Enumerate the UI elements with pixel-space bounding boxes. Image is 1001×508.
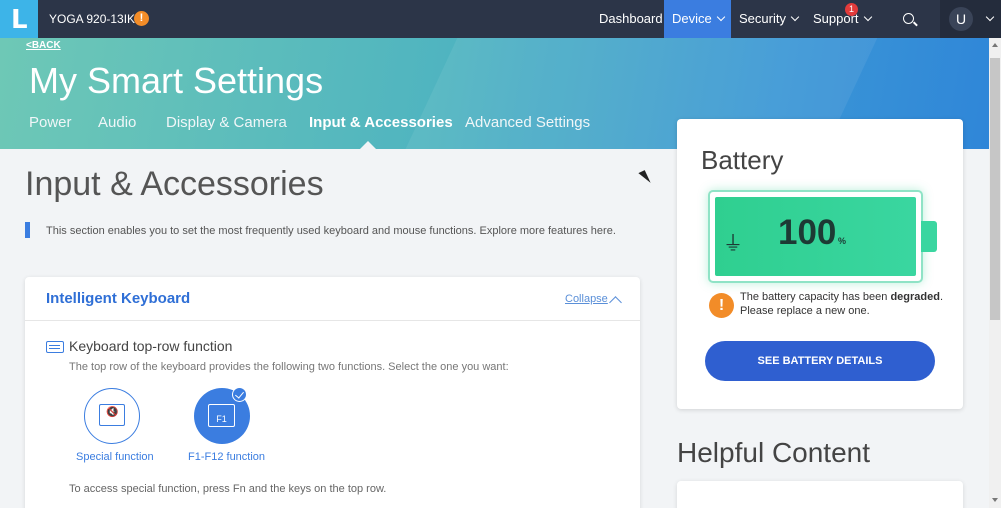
mute-key-icon: [99, 404, 125, 426]
device-model: YOGA 920-13IKB: [49, 12, 144, 26]
logo-letter: L: [11, 5, 28, 35]
chevron-down-icon: [863, 12, 872, 22]
warning-prefix: The battery capacity has been: [740, 291, 891, 303]
helpful-content-card[interactable]: [677, 481, 963, 508]
feature-description: The top row of the keyboard provides the…: [69, 361, 509, 373]
support-notification-badge: 1: [845, 3, 858, 16]
special-function-option[interactable]: [84, 388, 140, 444]
nav-dashboard[interactable]: Dashboard: [599, 0, 663, 38]
f1-f12-function-label[interactable]: F1-F12 function: [188, 451, 265, 463]
top-nav: L YOGA 920-13IKB ! Dashboard Device Secu…: [0, 0, 1001, 38]
scroll-up-arrow-icon[interactable]: [992, 43, 998, 47]
section-title: Input & Accessories: [25, 165, 324, 203]
chevron-up-icon[interactable]: [609, 296, 622, 309]
feature-title: Keyboard top-row function: [69, 338, 233, 354]
special-function-label[interactable]: Special function: [76, 451, 154, 463]
active-tab-indicator: [360, 141, 376, 149]
chevron-down-icon: [985, 12, 995, 22]
warning-icon: !: [709, 293, 734, 318]
scroll-down-arrow-icon[interactable]: [992, 498, 998, 502]
back-link[interactable]: <BACK: [26, 40, 61, 51]
card-divider: [25, 320, 640, 321]
nav-security-label: Security: [739, 11, 786, 26]
device-warning-icon[interactable]: !: [134, 11, 149, 26]
intelligent-keyboard-card: Intelligent Keyboard Collapse Keyboard t…: [25, 277, 640, 508]
see-battery-details-button[interactable]: SEE BATTERY DETAILS: [705, 341, 935, 381]
keyboard-icon: [46, 341, 64, 353]
search-icon[interactable]: [903, 13, 914, 24]
collapse-link[interactable]: Collapse: [565, 293, 608, 305]
avatar[interactable]: U: [949, 7, 973, 31]
battery-title: Battery: [701, 145, 784, 175]
f1-key-icon: F1: [208, 404, 235, 427]
nav-dashboard-label: Dashboard: [599, 11, 663, 26]
nav-device[interactable]: Device: [664, 0, 731, 38]
tab-advanced-settings[interactable]: Advanced Settings: [465, 114, 590, 131]
tab-power[interactable]: Power: [29, 114, 72, 131]
plug-icon: ⏚: [723, 233, 743, 255]
selected-check-icon: [232, 387, 247, 402]
battery-card: Battery ⏚ 100 % ! The battery capacity h…: [677, 119, 963, 409]
tab-display-camera[interactable]: Display & Camera: [166, 114, 287, 131]
section-description: This section enables you to set the most…: [46, 225, 616, 237]
nav-security[interactable]: Security: [739, 0, 800, 38]
scrollbar-thumb[interactable]: [990, 58, 1000, 320]
lenovo-logo[interactable]: L: [0, 0, 38, 38]
helpful-content-title: Helpful Content: [677, 437, 871, 468]
description-accent-bar: [25, 222, 30, 238]
nav-support[interactable]: Support: [813, 0, 872, 38]
battery-warning-text: The battery capacity has been degraded. …: [740, 290, 945, 318]
user-menu[interactable]: U: [940, 0, 1001, 38]
card-title: Intelligent Keyboard: [46, 290, 191, 307]
battery-unit: %: [838, 236, 847, 246]
tab-input-accessories[interactable]: Input & Accessories: [309, 114, 453, 131]
chevron-down-icon: [790, 12, 800, 22]
mouse-cursor-icon: [638, 170, 651, 186]
tab-audio[interactable]: Audio: [98, 114, 136, 131]
warning-bold: degraded: [890, 291, 940, 303]
nav-device-label: Device: [672, 11, 712, 26]
access-note: To access special function, press Fn and…: [69, 483, 387, 495]
chevron-down-icon: [716, 12, 725, 22]
battery-percentage: 100: [778, 213, 837, 252]
page-title: My Smart Settings: [29, 60, 324, 101]
battery-terminal: [921, 221, 937, 252]
